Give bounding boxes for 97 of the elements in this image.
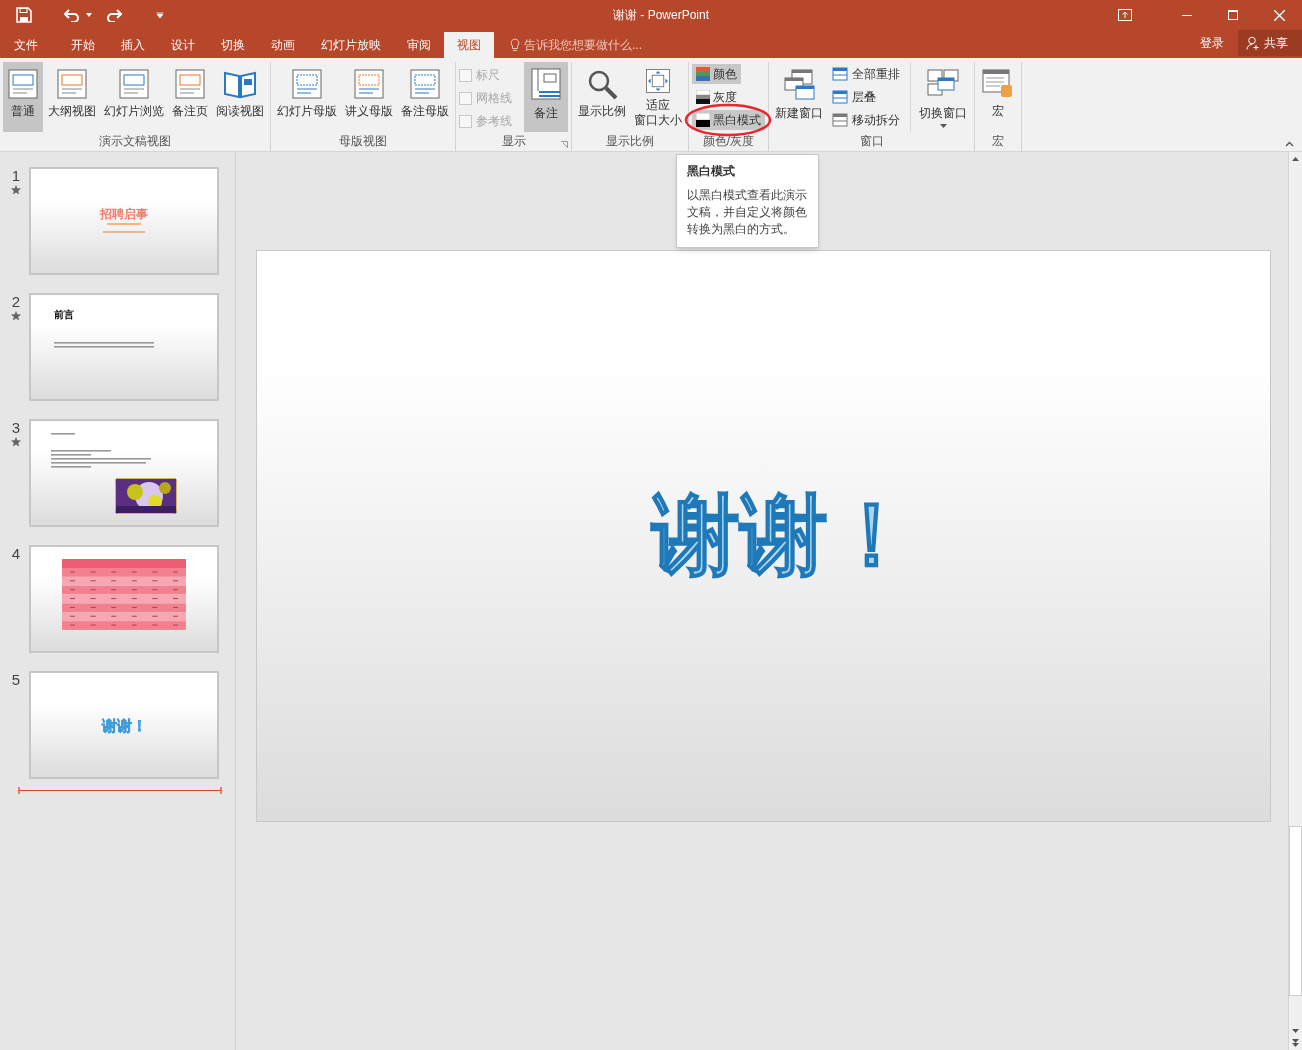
button-label: 普通 [11,104,35,119]
notes-pane-icon [530,67,562,101]
layout-icon [408,67,442,101]
button-label: 窗口大小 [634,113,682,128]
slide-title: 招聘启事 [100,207,148,220]
ribbon-tab[interactable]: 插入 [108,32,158,58]
collapse-ribbon-icon[interactable] [1285,141,1294,147]
close-icon [1273,9,1285,21]
ribbon-button[interactable]: 幻灯片浏览 [101,62,167,132]
layout-icon [173,67,207,101]
tooltip-title: 黑白模式 [687,163,736,180]
button-label: 备注页 [172,104,208,119]
caret-icon [939,124,947,128]
ribbon-tab[interactable]: 文件 [0,32,58,58]
grayscale-swatch-icon [696,90,710,104]
window-option-button[interactable]: 层叠 [830,87,902,107]
undo-icon[interactable] [64,8,80,22]
group-label: 显示 [501,133,526,150]
slide-number: 2 [11,293,21,311]
group-label: 宏 [992,133,1004,150]
slide-number: 5 [11,671,21,689]
group-label: 窗口 [859,133,884,150]
person-add-icon [1246,36,1260,50]
tooltip-text: 以黑白模式查看此演示文稿，并自定义将颜色转换为黑白的方式。 [687,187,808,238]
ribbon-button[interactable]: 新建窗口 [772,62,826,132]
group-label: 演示文稿视图 [99,133,171,150]
ribbon-display-options-icon[interactable] [1118,9,1132,21]
group-label: 显示比例 [606,133,654,150]
sign-in-link[interactable]: 登录 [1186,30,1238,56]
ribbon-button[interactable]: 适应 窗口大小 [631,62,685,132]
ribbon-tab[interactable]: 动画 [258,32,308,58]
button-label: 宏 [992,104,1004,119]
button-label: 幻灯片母版 [277,104,337,119]
notes-button[interactable]: 备注 [524,62,568,132]
ribbon-tab[interactable]: 视图 [444,32,494,58]
cascade-icon [832,89,848,105]
ribbon-tab[interactable]: 幻灯片放映 [308,32,394,58]
ribbon-button[interactable]: 显示比例 [575,62,629,132]
ribbon-tab[interactable]: 开始 [58,32,108,58]
minimize-icon [1182,14,1192,16]
tell-me-field[interactable]: 告诉我您想要做什么... [524,36,724,54]
button-label: 大纲视图 [48,104,96,119]
grayscale-swatch-icon [696,113,710,127]
switch-windows-button[interactable]: 切换窗口 [915,62,971,132]
button-label: 适应 [646,98,670,113]
scroll-thumb[interactable] [1289,826,1302,996]
ribbon-tab[interactable]: 切换 [208,32,258,58]
ribbon-button[interactable]: 备注母版 [398,62,452,132]
ribbon-tab[interactable]: 审阅 [394,32,444,58]
color-mode-button[interactable]: 颜色 [692,64,741,84]
group-label: 母版视图 [339,133,387,150]
button-label: 讲义母版 [345,104,393,119]
customize-toolbar-icon[interactable] [156,12,164,18]
save-icon[interactable] [16,7,32,23]
split-icon [832,112,848,128]
slide-title: 谢谢！ [651,491,916,579]
ribbon-button[interactable]: 宏 [978,62,1018,132]
layout-icon [55,67,89,101]
slide-thumbnail[interactable] [29,419,219,527]
slide-title: 前言 [54,310,75,320]
caret-icon[interactable] [86,13,92,17]
group-label: 颜色/灰度 [702,133,755,150]
color-mode-button[interactable]: 灰度 [692,87,741,107]
window-option-button[interactable]: 全部重排 [830,64,902,84]
window-title: 谢谢 - PowerPoint [612,7,710,24]
layout-icon [352,67,386,101]
ribbon-tab[interactable]: 设计 [158,32,208,58]
heading-line-drawing [51,433,75,436]
slide-title: 谢谢！ [101,717,147,733]
button-label: 备注母版 [401,104,449,119]
ribbon-button[interactable]: 备注页 [169,62,211,132]
button-label: 显示比例 [578,104,626,119]
scroll-down-icon[interactable] [1289,1026,1302,1050]
layout-icon [117,67,151,101]
arrange-icon [832,66,848,82]
slide-number: 1 [11,167,21,185]
slide-thumbnail[interactable]: 前言 [29,293,219,401]
layout-icon [290,67,324,101]
slide-number: 3 [11,419,21,437]
window-option-button[interactable]: 移动拆分 [830,110,902,130]
button-label: 阅读视图 [216,104,264,119]
ribbon-button[interactable]: 普通 [3,62,43,132]
lightbulb-icon [510,38,520,52]
redo-icon[interactable] [106,8,122,22]
slide-thumbnail[interactable] [29,545,219,653]
slide-number: 4 [11,545,21,563]
windows-icon [782,67,816,101]
ribbon-button[interactable]: 大纲视图 [45,62,99,132]
color-swatch-icon [696,67,710,81]
color-mode-button[interactable]: 黑白模式 [692,110,765,130]
ribbon-button[interactable]: 幻灯片母版 [274,62,340,132]
layout-icon [6,67,40,101]
ribbon-button[interactable]: 阅读视图 [213,62,267,132]
ribbon-button[interactable]: 讲义母版 [342,62,396,132]
maximize-icon [1228,10,1238,20]
button-label: 幻灯片浏览 [104,104,164,119]
share-button[interactable]: 共享 [1238,30,1302,56]
